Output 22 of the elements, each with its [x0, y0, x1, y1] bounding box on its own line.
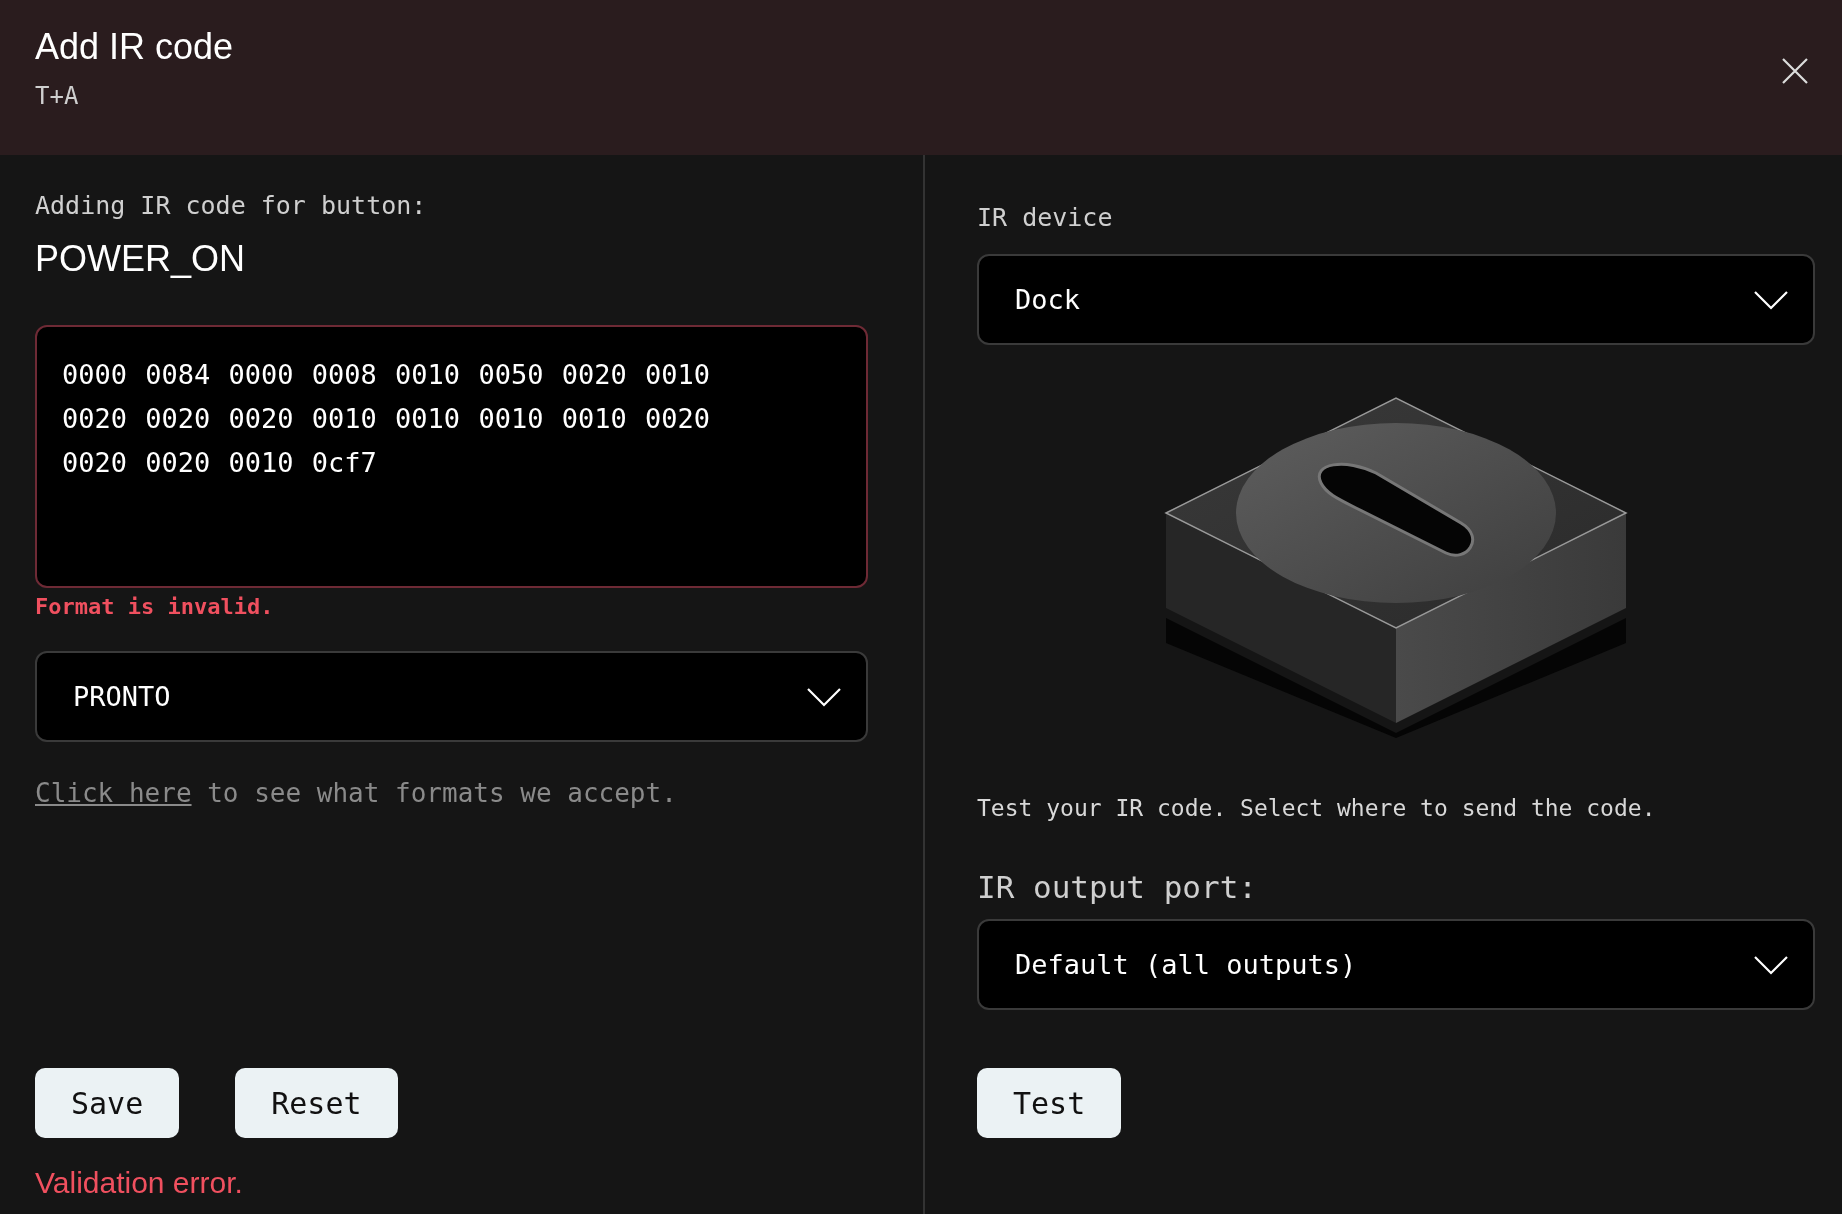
code-input-field[interactable]: 0000 0084 0000 0008 0010 0050 0020 0010 0020 0020 0020 0010 0010 0010 0010 0020 0020 0020 0010 0cf7 [35, 325, 868, 588]
close-button[interactable] [1780, 56, 1810, 86]
reset-button[interactable]: Reset [235, 1068, 398, 1138]
dialog-title: Add IR code [35, 26, 234, 68]
device-select[interactable]: Dock [977, 254, 1815, 345]
dialog-subtitle: T+A [35, 82, 80, 110]
chevron-down-icon [1753, 954, 1789, 975]
format-error-text: Format is invalid. [35, 594, 275, 619]
button-name: POWER_ON [35, 238, 247, 280]
port-label: IR output port: [977, 869, 1258, 905]
chevron-down-icon [1753, 289, 1789, 310]
test-hint-text: Test your IR code. Select where to send the code. [977, 795, 1657, 821]
format-help-text: Click here to see what formats we accept. [35, 778, 678, 808]
save-button[interactable]: Save [35, 1068, 180, 1138]
port-select[interactable]: Default (all outputs) [977, 919, 1815, 1010]
chevron-down-icon [806, 686, 842, 707]
validation-error-text: Validation error. [35, 1166, 244, 1200]
click-here-link[interactable]: Click here [35, 778, 192, 808]
test-button[interactable]: Test [977, 1068, 1122, 1138]
prompt-text: Adding IR code for button: [35, 191, 428, 220]
format-select[interactable]: PRONTO [35, 651, 868, 742]
device-label: IR device [977, 203, 1114, 232]
